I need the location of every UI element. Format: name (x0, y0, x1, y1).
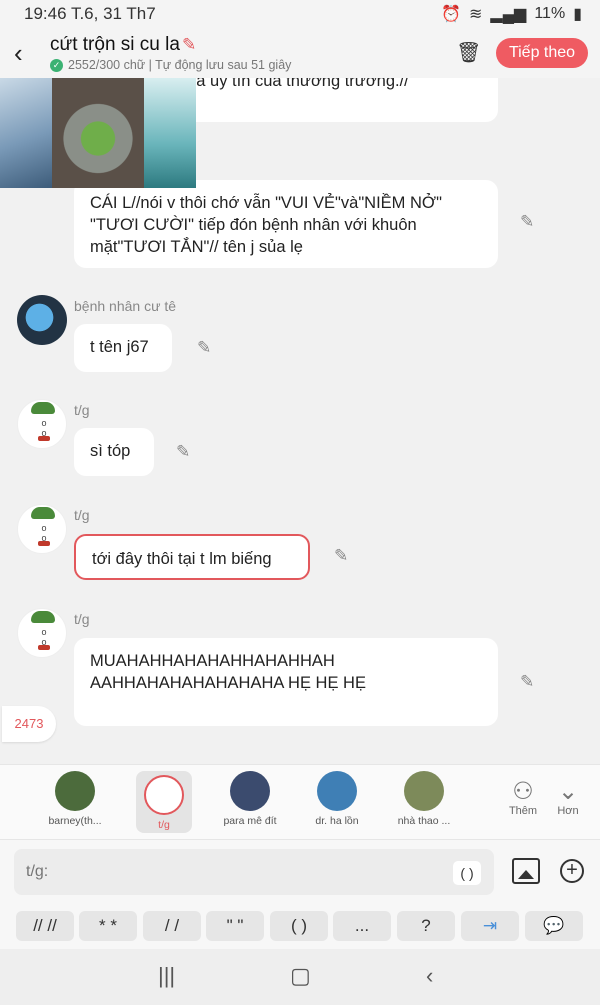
format-button[interactable]: * * (79, 911, 137, 941)
battery-percent: 11% (534, 5, 566, 22)
character-label: nhà thao ... (397, 815, 451, 827)
character-name: t/g (74, 402, 90, 418)
character-name: bệnh nhân cư tê (74, 298, 177, 314)
format-bar: // // * * / / " " ( ) ... ? ⇥ 💬 (0, 903, 600, 949)
more-characters-button[interactable]: ⌄ Hơn (548, 777, 588, 817)
message-input[interactable] (14, 849, 494, 895)
status-icons: ⏰ ≋ ▂▄▆ 11% ▮ (441, 4, 582, 24)
signal-icon: ▂▄▆ (490, 6, 527, 23)
add-character-label: Thêm (508, 805, 538, 817)
character-option[interactable]: dr. ha lồn (309, 771, 365, 827)
back-arrow-icon[interactable]: ‹ (14, 38, 38, 68)
character-label: dr. ha lồn (315, 815, 359, 827)
story-title: cứt trộn si cu la (50, 34, 180, 55)
format-button[interactable]: / / (143, 911, 201, 941)
character-label: barney(th... (48, 815, 102, 827)
format-button[interactable]: // // (16, 911, 74, 941)
save-status-text: 2552/300 chữ | Tự động lưu sau 51 giây (68, 58, 292, 72)
character-option[interactable]: nhà thao ... (396, 771, 452, 827)
format-button[interactable]: ? (397, 911, 455, 941)
battery-icon: ▮ (573, 6, 582, 23)
message-bubble-selected[interactable]: tới đây thôi tại t lm biếng (74, 534, 310, 580)
character-label: t/g (158, 819, 170, 831)
character-avatar (404, 771, 444, 811)
pencil-icon[interactable]: ✎ (182, 35, 196, 54)
next-button[interactable]: Tiếp theo (496, 38, 588, 68)
character-label: para mê đít (223, 815, 277, 827)
add-person-icon: ⚇ (512, 778, 534, 805)
image-thumbnails[interactable] (0, 78, 196, 188)
chat-bubble-icon[interactable]: 💬 (525, 911, 583, 941)
edit-icon[interactable]: ✎ (197, 338, 211, 358)
edit-icon[interactable]: ✎ (176, 442, 190, 462)
character-name: t/g (74, 507, 90, 523)
message-bubble[interactable]: sì tóp (74, 428, 154, 476)
more-characters-label: Hơn (557, 805, 579, 817)
thumbnail-image[interactable] (144, 78, 196, 188)
chat-area[interactable]: n chất lượng và uy tín của thương trường… (0, 78, 600, 764)
status-bar: 19:46 T.6, 31 Th7 ⏰ ≋ ▂▄▆ 11% ▮ (0, 0, 600, 28)
header: ‹ cứt trộn si cu la ✎ ✓ 2552/300 chữ | Tự… (0, 28, 600, 78)
message-bubble[interactable]: MUAHAHHAHAHAHHAHAHHAH AAHHAHAHAHAHAHAHA … (74, 638, 498, 726)
format-button[interactable]: ( ) (270, 911, 328, 941)
status-time: 19:46 T.6, 31 Th7 (24, 4, 156, 23)
format-button[interactable]: " " (206, 911, 264, 941)
character-avatar (317, 771, 357, 811)
add-character-button[interactable]: ⚇ Thêm (503, 777, 543, 817)
image-icon[interactable] (512, 858, 540, 884)
plus-icon[interactable]: + (560, 859, 584, 883)
edit-icon[interactable]: ✎ (520, 672, 534, 692)
avatar[interactable]: o o (17, 504, 67, 554)
character-selector: barney(th... t/g para mê đít dr. ha lồn … (0, 764, 600, 839)
format-button[interactable]: ... (333, 911, 391, 941)
message-bubble[interactable]: t tên j67 (74, 324, 172, 372)
chevron-down-icon: ⌄ (557, 778, 579, 805)
word-count-badge[interactable]: 2473 (2, 706, 56, 742)
thumbnail-image[interactable] (0, 78, 52, 188)
wifi-icon: ≋ (468, 6, 483, 23)
page-title[interactable]: cứt trộn si cu la ✎ (50, 34, 196, 56)
back-icon[interactable]: ‹ (426, 963, 433, 989)
insert-icon[interactable]: ⇥ (461, 911, 519, 941)
character-avatar (55, 771, 95, 811)
home-icon[interactable]: ▢ (290, 963, 311, 989)
parentheses-button[interactable]: ( ) (453, 861, 481, 885)
save-status: ✓ 2552/300 chữ | Tự động lưu sau 51 giây (50, 58, 291, 72)
check-icon: ✓ (50, 58, 63, 72)
character-avatar (230, 771, 270, 811)
thumbnail-image[interactable] (52, 78, 144, 188)
character-avatar (144, 775, 184, 815)
edit-icon[interactable]: ✎ (520, 212, 534, 232)
message-bubble[interactable]: CÁI L//nói v thôi chớ vẫn "VUI VẺ"và"NIỀ… (74, 180, 498, 268)
input-area: ( ) + (0, 839, 600, 903)
avatar[interactable]: o o (17, 399, 67, 449)
trash-icon[interactable]: 🗑 (456, 40, 481, 65)
edit-icon[interactable]: ✎ (334, 546, 348, 566)
character-name: t/g (74, 611, 90, 627)
alarm-icon: ⏰ (441, 6, 461, 23)
character-option-selected[interactable]: t/g (136, 771, 192, 833)
character-option[interactable]: para mê đít (222, 771, 278, 827)
recent-apps-icon[interactable]: ||| (158, 963, 175, 989)
character-option[interactable]: barney(th... (47, 771, 103, 827)
avatar[interactable]: o o (17, 608, 67, 658)
system-nav-bar: ||| ▢ ‹ (0, 949, 600, 1005)
avatar[interactable] (17, 295, 67, 345)
